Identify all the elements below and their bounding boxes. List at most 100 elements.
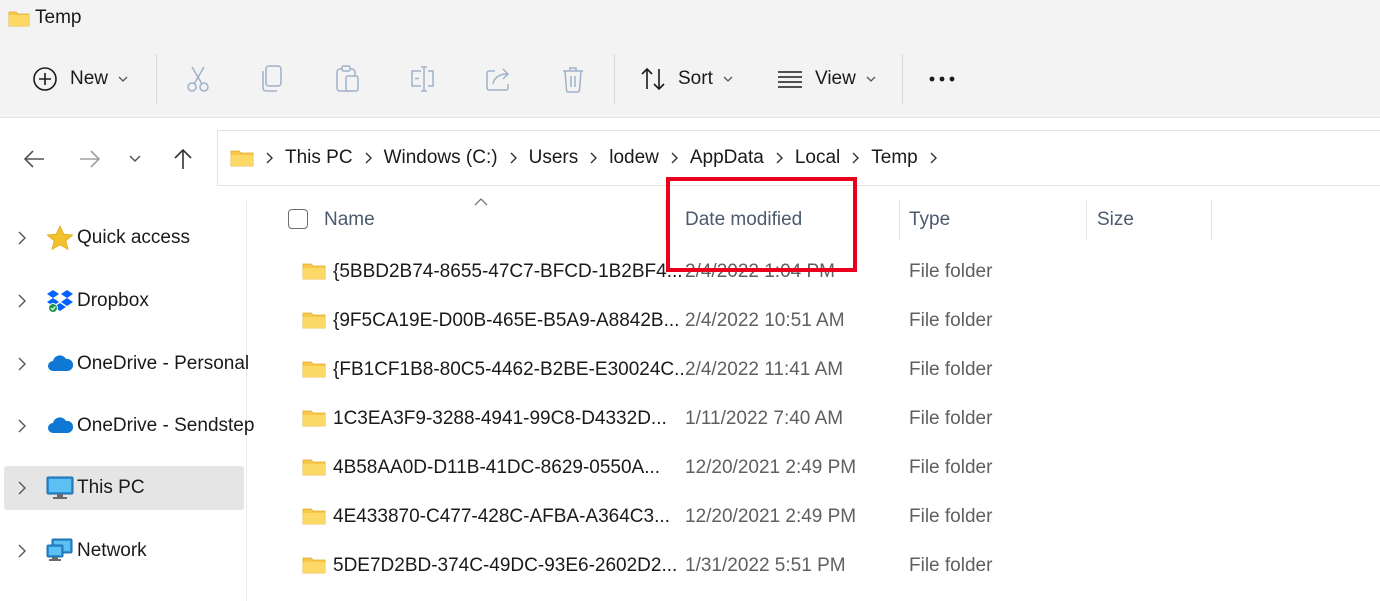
up-button[interactable] xyxy=(172,118,194,200)
cloud-icon xyxy=(48,355,74,371)
table-row[interactable]: 4B58AA0D-D11B-41DC-8629-0550A... 12/20/2… xyxy=(248,444,1380,493)
chevron-right-icon[interactable] xyxy=(18,419,26,433)
chevron-right-icon xyxy=(365,152,372,164)
breadcrumb-this-pc[interactable]: This PC xyxy=(285,147,353,169)
folder-icon xyxy=(302,263,326,280)
sidebar-item-network[interactable]: Network xyxy=(4,529,244,573)
chevron-right-icon xyxy=(852,152,860,164)
column-header-name[interactable]: Name xyxy=(324,209,375,231)
chevron-down-icon xyxy=(723,76,733,82)
sidebar-item-onedrive-personal[interactable]: OneDrive - Personal xyxy=(4,342,249,386)
chevron-right-icon[interactable] xyxy=(18,294,26,308)
file-name: 5DE7D2BD-374C-49DC-93E6-2602D2... xyxy=(333,555,678,576)
file-date-modified: 2/4/2022 10:51 AM xyxy=(685,310,845,331)
chevron-down-icon xyxy=(118,76,128,82)
column-header-size[interactable]: Size xyxy=(1097,209,1134,231)
arrow-left-icon xyxy=(23,150,44,168)
folder-icon xyxy=(302,312,326,329)
sort-button[interactable]: Sort xyxy=(640,40,733,118)
breadcrumb-user-folder[interactable]: lodew xyxy=(609,147,659,169)
rename-button[interactable] xyxy=(409,40,437,118)
recent-locations-button[interactable] xyxy=(129,118,141,200)
new-label: New xyxy=(70,68,109,89)
cloud-icon xyxy=(48,417,74,433)
folder-icon xyxy=(302,459,326,476)
copy-button[interactable] xyxy=(260,40,284,118)
file-name: {5BBD2B74-8655-47C7-BFCD-1B2BF4... xyxy=(333,261,683,282)
back-button[interactable] xyxy=(22,118,46,200)
toolbar-divider xyxy=(902,54,903,104)
file-type: File folder xyxy=(909,506,993,527)
arrow-up-icon xyxy=(174,148,192,169)
chevron-right-icon[interactable] xyxy=(930,152,937,164)
table-row[interactable]: {9F5CA19E-D00B-465E-B5A9-A8842B... 2/4/2… xyxy=(248,297,1380,346)
chevron-right-icon[interactable] xyxy=(18,544,26,558)
column-divider[interactable] xyxy=(899,200,900,240)
sidebar-item-label: Dropbox xyxy=(77,290,149,311)
toolbar-divider xyxy=(156,54,157,104)
new-button[interactable]: New xyxy=(32,40,128,118)
sidebar-item-label: Quick access xyxy=(77,227,190,248)
sort-label: Sort xyxy=(678,68,713,89)
select-all-checkbox[interactable] xyxy=(288,209,308,229)
breadcrumb-local[interactable]: Local xyxy=(795,147,840,169)
column-divider[interactable] xyxy=(1211,200,1212,240)
sidebar-item-dropbox[interactable]: Dropbox xyxy=(4,279,244,323)
chevron-right-icon xyxy=(266,152,273,164)
chevron-right-icon xyxy=(590,152,598,164)
command-bar: New Sort View xyxy=(0,40,1380,118)
delete-button[interactable] xyxy=(561,40,585,118)
address-bar[interactable]: This PC Windows (C:) Users lodew AppData… xyxy=(217,130,1380,186)
view-button[interactable]: View xyxy=(777,40,876,118)
forward-button[interactable] xyxy=(78,118,102,200)
more-icon xyxy=(929,76,955,82)
file-name: {FB1CF1B8-80C5-4462-B2BE-E30024C... xyxy=(333,359,690,380)
arrow-right-icon xyxy=(80,150,101,168)
column-divider[interactable] xyxy=(1086,200,1087,240)
more-options-button[interactable] xyxy=(929,40,955,118)
file-type: File folder xyxy=(909,359,993,380)
navigation-row: This PC Windows (C:) Users lodew AppData… xyxy=(0,118,1380,200)
table-row[interactable]: 4E433870-C477-428C-AFBA-A364C3... 12/20/… xyxy=(248,493,1380,542)
monitor-icon xyxy=(46,476,74,499)
table-row[interactable]: {5BBD2B74-8655-47C7-BFCD-1B2BF4... 2/4/2… xyxy=(248,248,1380,297)
folder-icon xyxy=(302,361,326,378)
column-header-type[interactable]: Type xyxy=(909,209,950,231)
sidebar-item-label: OneDrive - Sendstep xyxy=(77,415,255,436)
file-name: 4E433870-C477-428C-AFBA-A364C3... xyxy=(333,506,670,527)
file-type: File folder xyxy=(909,310,993,331)
sidebar-item-onedrive-sendstep[interactable]: OneDrive - Sendstep xyxy=(4,404,254,448)
toolbar-divider xyxy=(614,54,615,104)
folder-icon xyxy=(302,410,326,427)
breadcrumb-windows-c[interactable]: Windows (C:) xyxy=(384,147,498,169)
file-date-modified: 2/4/2022 11:41 AM xyxy=(685,359,844,380)
file-date-modified: 1/11/2022 7:40 AM xyxy=(685,408,844,429)
chevron-right-icon xyxy=(510,152,517,164)
sidebar-item-quick-access[interactable]: Quick access xyxy=(4,216,244,260)
chevron-right-icon[interactable] xyxy=(18,231,26,245)
view-icon xyxy=(778,71,802,88)
column-divider[interactable] xyxy=(665,200,666,240)
breadcrumb-users[interactable]: Users xyxy=(529,147,579,169)
paste-button[interactable] xyxy=(335,40,361,118)
rename-icon xyxy=(411,66,434,92)
breadcrumb-temp[interactable]: Temp xyxy=(871,147,917,169)
sidebar-item-label: OneDrive - Personal xyxy=(77,353,250,374)
cut-button[interactable] xyxy=(185,40,211,118)
chevron-right-icon[interactable] xyxy=(18,357,26,371)
breadcrumb-appdata[interactable]: AppData xyxy=(690,147,764,169)
window-title: Temp xyxy=(35,7,82,28)
table-row[interactable]: 1C3EA3F9-3288-4941-99C8-D4332D... 1/11/2… xyxy=(248,395,1380,444)
chevron-right-icon xyxy=(776,152,783,164)
column-header-date-modified[interactable]: Date modified xyxy=(685,209,802,231)
table-row[interactable]: {FB1CF1B8-80C5-4462-B2BE-E30024C... 2/4/… xyxy=(248,346,1380,395)
file-date-modified: 1/31/2022 5:51 PM xyxy=(685,555,846,576)
table-row[interactable]: 5DE7D2BD-374C-49DC-93E6-2602D2... 1/31/2… xyxy=(248,542,1380,591)
star-icon xyxy=(46,225,74,251)
chevron-right-icon xyxy=(671,152,678,164)
sidebar-item-this-pc[interactable]: This PC xyxy=(4,466,244,510)
share-button[interactable] xyxy=(485,40,513,118)
sort-icon xyxy=(641,67,665,91)
sort-ascending-icon xyxy=(474,198,488,206)
chevron-right-icon[interactable] xyxy=(18,481,26,495)
